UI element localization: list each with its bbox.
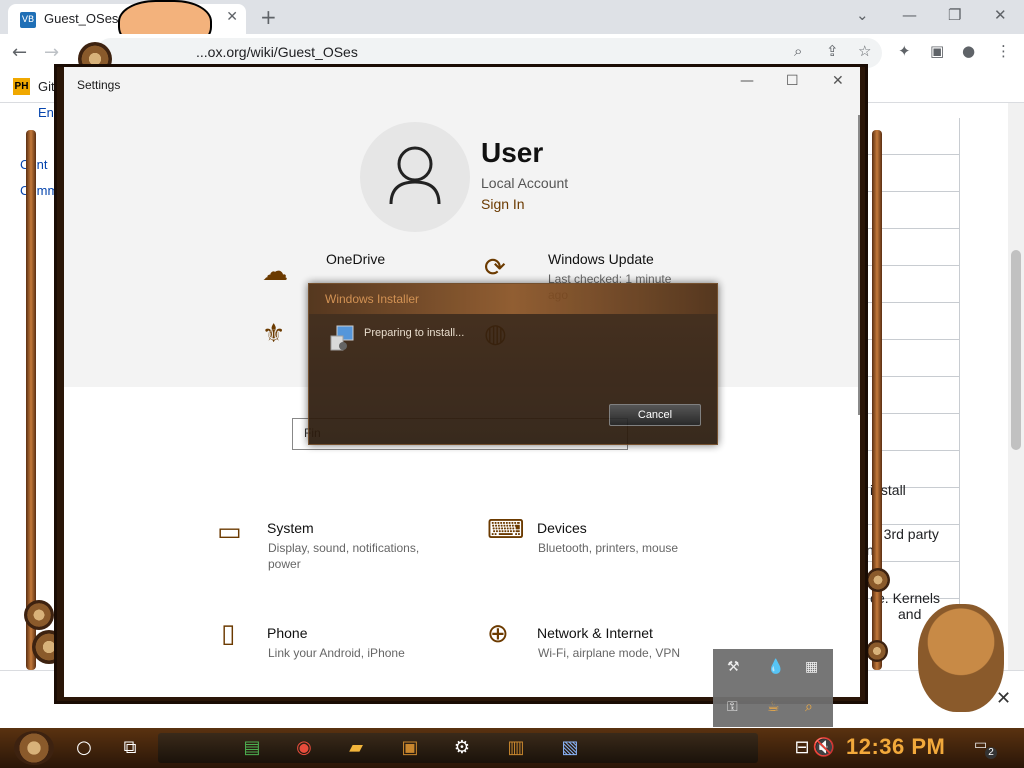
droplet-icon[interactable]: 💧 [767, 659, 784, 675]
close-button[interactable]: ✕ [994, 6, 1007, 24]
laptop-icon: ▭ [217, 517, 242, 547]
cortana-circle-icon[interactable]: ○ [70, 735, 98, 761]
java-tray-icon[interactable]: ☕ [767, 699, 780, 715]
installer-taskbar-icon[interactable]: ▧ [556, 735, 584, 761]
category-phone-title[interactable]: Phone [267, 625, 307, 641]
category-system-desc: Display, sound, notifications, power [268, 541, 420, 571]
page-text: and [898, 606, 922, 622]
side-panel-icon[interactable]: ▣ [930, 42, 944, 60]
extensions-icon[interactable]: ✦ [898, 42, 911, 60]
onedrive-title[interactable]: OneDrive [326, 251, 385, 267]
user-silhouette-icon [389, 146, 441, 205]
virtualbox-app-icon[interactable]: ▣ [396, 735, 424, 761]
settings-window-title: Settings [77, 78, 121, 92]
windows-update-icon: ⟳ [484, 253, 506, 283]
installer-title: Windows Installer [325, 292, 420, 306]
windows-update-title[interactable]: Windows Update [548, 251, 654, 267]
installer-status-message: Preparing to install... [364, 327, 465, 339]
menu-dots-icon[interactable]: ⋮ [996, 42, 1011, 60]
settings-minimize-button[interactable]: — [740, 73, 754, 89]
category-network-desc: Wi-Fi, airplane mode, VPN [538, 646, 681, 660]
file-explorer-folder-icon[interactable]: ▰ [342, 735, 370, 761]
category-devices-desc: Bluetooth, printers, mouse [538, 541, 679, 555]
hamster-mascot-decoration [918, 604, 1004, 712]
lock-tray-icon[interactable]: ⚿ [727, 699, 738, 715]
zoom-search-icon[interactable]: ⌕ [794, 42, 802, 60]
close-icon[interactable]: ✕ [996, 688, 1011, 709]
virtualbox-favicon-icon: VB [20, 12, 36, 28]
forward-arrow-icon[interactable]: → [44, 42, 59, 63]
bookmark-item[interactable]: Git [38, 79, 55, 94]
url-text: ...ox.org/wiki/Guest_OSes [196, 44, 358, 60]
tool-icon[interactable]: ⚒ [727, 659, 740, 675]
user-name: User [481, 137, 544, 168]
user-avatar [360, 122, 470, 232]
task-view-icon[interactable]: ⧉ [116, 735, 144, 761]
rewards-medal-icon: ⚜ [262, 319, 286, 349]
steampunk-pipe-decoration [26, 130, 36, 670]
settings-scrollbar[interactable] [858, 115, 860, 415]
steampunk-app-icon[interactable]: ▥ [502, 735, 530, 761]
devices-keyboard-icon: ⌨ [487, 515, 525, 545]
volume-muted-icon[interactable]: 🔇 [810, 735, 838, 761]
start-button-gear-icon[interactable] [14, 731, 54, 765]
installer-titlebar[interactable]: Windows Installer [309, 284, 717, 314]
gear-decoration [866, 640, 888, 662]
share-icon[interactable]: ⇪ [826, 42, 839, 60]
tray-overflow-popup: ⚒ 💧 ▦ ⚿ ☕ ⌕ [713, 649, 833, 727]
restore-button[interactable]: ❐ [948, 6, 961, 24]
settings-close-button[interactable]: ✕ [832, 73, 844, 89]
app-tray-icon[interactable]: ▦ [805, 659, 818, 675]
category-network-title[interactable]: Network & Internet [537, 625, 653, 641]
category-devices-title[interactable]: Devices [537, 520, 587, 536]
chrome-icon[interactable]: ◉ [290, 735, 318, 761]
windows-installer-dialog: Windows Installer Preparing to install..… [308, 283, 718, 445]
page-text: a 3rd party [872, 526, 939, 542]
notes-app-icon[interactable]: ▤ [238, 735, 266, 761]
installer-package-icon [330, 325, 354, 351]
gear-decoration [24, 600, 54, 630]
category-phone-desc: Link your Android, iPhone [268, 646, 405, 660]
account-type: Local Account [481, 175, 569, 191]
cancel-button[interactable]: Cancel [609, 404, 701, 426]
category-system-title[interactable]: System [267, 520, 314, 536]
sign-in-link[interactable]: Sign In [481, 196, 525, 212]
tab-search-icon[interactable]: ⌄ [856, 6, 869, 24]
search-tray-icon[interactable]: ⌕ [805, 699, 813, 715]
onedrive-cloud-icon: ☁ [262, 257, 288, 287]
bookmark-favicon-icon: PH [13, 78, 30, 95]
profile-avatar-icon[interactable]: ● [962, 42, 975, 60]
bookmark-star-icon[interactable]: ☆ [858, 42, 871, 60]
new-tab-button[interactable]: + [260, 5, 277, 29]
tab-close-icon[interactable]: ✕ [226, 9, 238, 25]
gear-decoration [866, 568, 890, 592]
phone-icon: ▯ [221, 619, 236, 649]
back-arrow-icon[interactable]: ← [12, 42, 27, 63]
network-globe-icon: ⊕ [487, 619, 509, 649]
notification-count-badge: 2 [985, 747, 997, 759]
page-scrollbar-thumb[interactable] [1011, 250, 1021, 450]
settings-maximize-button[interactable]: ☐ [786, 73, 799, 89]
taskbar-clock[interactable]: 12:36 PM [846, 734, 945, 760]
minimize-button[interactable]: — [902, 6, 917, 24]
settings-gear-icon[interactable]: ⚙ [448, 735, 476, 761]
